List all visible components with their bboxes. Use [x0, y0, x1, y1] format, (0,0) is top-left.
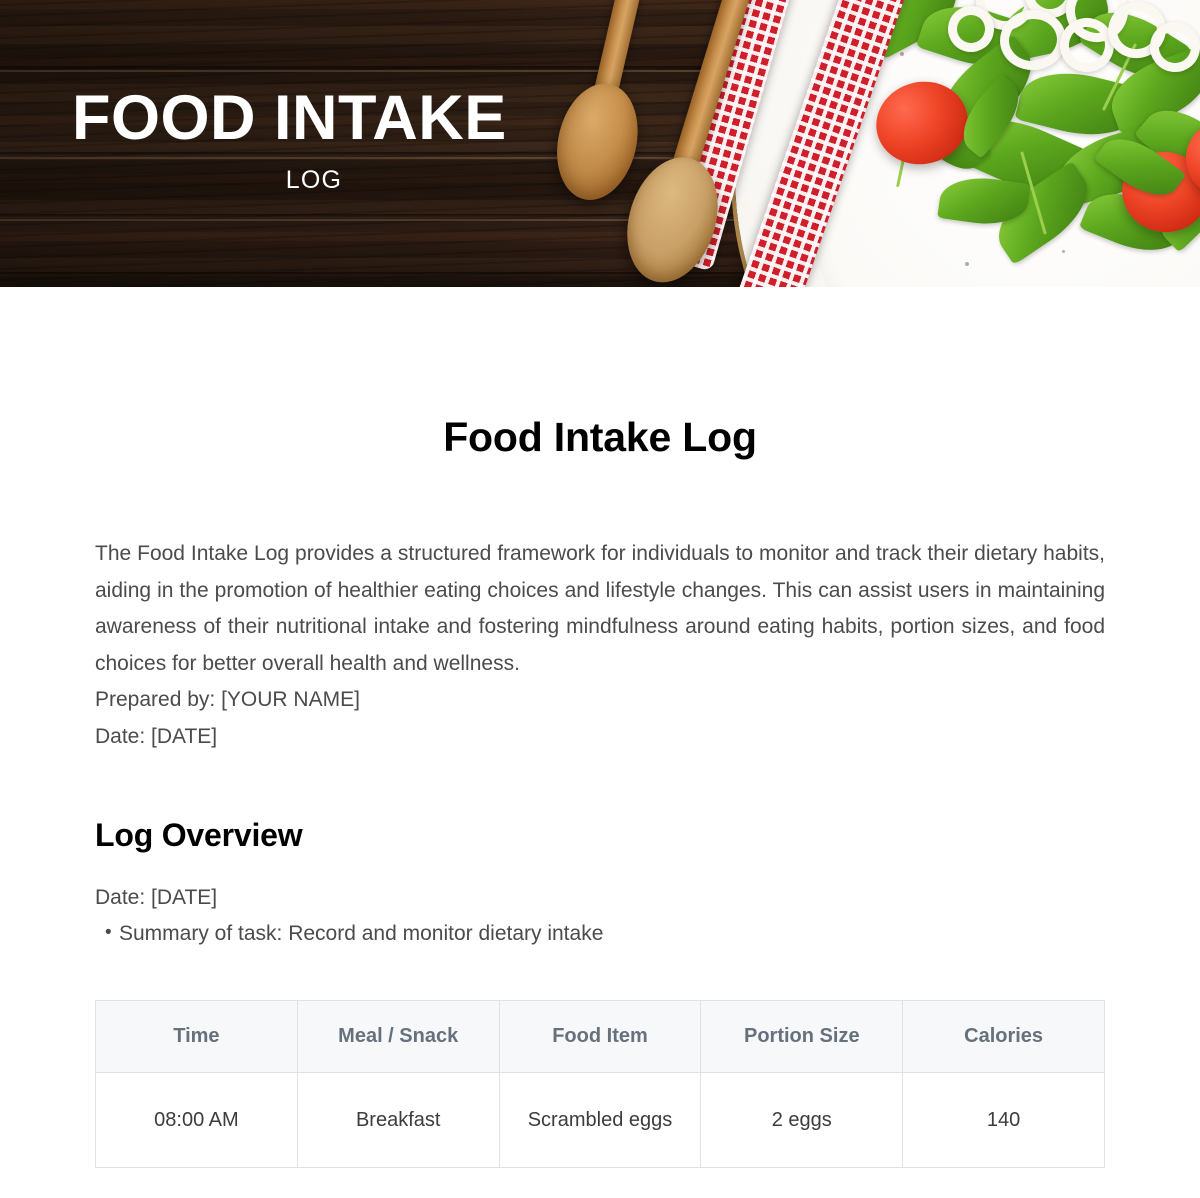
page-banner: FOOD INTAKE LOG: [0, 0, 1200, 287]
column-header-time: Time: [95, 1000, 298, 1073]
cell-food-item: Scrambled eggs: [498, 1072, 702, 1168]
document-body: Food Intake Log The Food Intake Log prov…: [0, 287, 1200, 1168]
overview-bullet-list: Summary of task: Record and monitor diet…: [95, 915, 1105, 952]
column-header-fooditem: Food Item: [498, 1000, 702, 1073]
page-title: Food Intake Log: [443, 414, 757, 460]
cell-calories: 140: [902, 1072, 1105, 1168]
banner-text-block: FOOD INTAKE LOG: [0, 0, 620, 287]
column-header-portion: Portion Size: [700, 1000, 904, 1073]
intro-paragraph: The Food Intake Log provides a structure…: [95, 542, 1105, 675]
column-header-calories: Calories: [902, 1000, 1105, 1073]
overview-date: Date: [DATE]: [95, 886, 218, 909]
column-header-meal: Meal / Snack: [296, 1000, 500, 1073]
banner-subtitle: LOG: [285, 166, 343, 194]
section-title-log-overview: Log Overview: [95, 817, 303, 853]
cell-portion: 2 eggs: [700, 1072, 904, 1168]
cell-meal: Breakfast: [296, 1072, 500, 1168]
document-date-line: Date: [DATE]: [95, 724, 218, 748]
table-header-row: Time Meal / Snack Food Item Portion Size…: [95, 1000, 1105, 1073]
table-header: Time Meal / Snack Food Item Portion Size…: [95, 1000, 1105, 1073]
banner-title: FOOD INTAKE: [72, 83, 507, 153]
table-body: 08:00 AM Breakfast Scrambled eggs 2 eggs…: [95, 1072, 1105, 1168]
list-item: Summary of task: Record and monitor diet…: [105, 915, 1105, 952]
prepared-by-line: Prepared by: [YOUR NAME]: [95, 688, 360, 711]
table-row: 08:00 AM Breakfast Scrambled eggs 2 eggs…: [95, 1072, 1105, 1168]
food-intake-table: Time Meal / Snack Food Item Portion Size…: [95, 1000, 1105, 1168]
cell-time: 08:00 AM: [95, 1072, 298, 1168]
